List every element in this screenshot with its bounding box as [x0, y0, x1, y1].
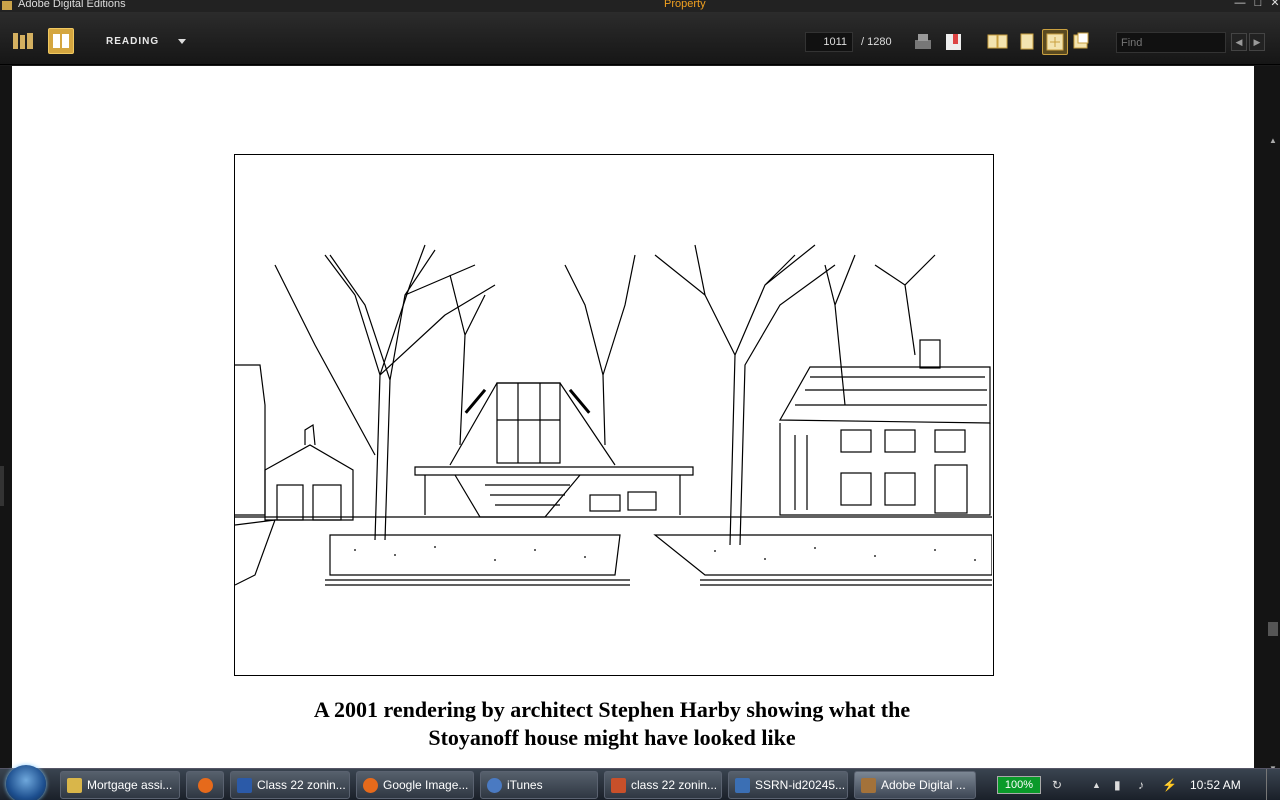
start-button[interactable] — [6, 765, 46, 800]
find-next-button[interactable]: ▶ — [1249, 33, 1265, 51]
reading-pane: A 2001 rendering by architect Stephen Ha… — [0, 66, 1280, 800]
firefox-icon — [363, 778, 378, 793]
caption-line-1: A 2001 rendering by architect Stephen Ha… — [313, 697, 911, 722]
firefox-icon — [198, 778, 213, 793]
fit-page-view-button[interactable] — [1069, 30, 1095, 56]
bookmark-button[interactable] — [941, 30, 967, 56]
taskbar-item-label: iTunes — [507, 778, 543, 792]
fit-width-icon — [1046, 33, 1064, 51]
reading-view-button[interactable] — [48, 28, 74, 54]
document-title: Property — [664, 0, 706, 10]
app-window: Adobe Digital Editions Property — □ ✕ RE… — [0, 0, 1280, 800]
maximize-button[interactable]: □ — [1250, 0, 1266, 11]
app-title: Adobe Digital Editions — [18, 0, 126, 10]
house-rendering-illustration — [234, 154, 994, 676]
minimize-button[interactable]: — — [1232, 0, 1248, 11]
sidebar-handle[interactable] — [0, 466, 4, 506]
taskbar-item-label: Adobe Digital ... — [881, 778, 966, 792]
taskbar-item-label: class 22 zonin... — [631, 778, 718, 792]
taskbar-item-adobe-digital-editions[interactable]: Adobe Digital ... — [854, 771, 976, 799]
scrollbar-thumb[interactable] — [1268, 622, 1278, 636]
volume-icon[interactable]: ♪ — [1138, 778, 1144, 792]
book-icon — [53, 34, 69, 48]
taskbar: Mortgage assi... Class 22 zonin... Googl… — [0, 765, 1280, 800]
view-mode-dropdown-icon[interactable] — [178, 39, 186, 44]
single-page-view-button[interactable] — [1015, 30, 1041, 56]
itunes-icon — [487, 778, 502, 793]
scroll-up-icon[interactable]: ▲ — [1269, 136, 1277, 145]
two-page-icon — [987, 34, 1008, 49]
close-button[interactable]: ✕ — [1267, 0, 1280, 11]
library-view-button[interactable] — [10, 28, 36, 54]
bookmark-icon — [946, 34, 961, 50]
page-number-input[interactable] — [805, 32, 853, 52]
taskbar-item-label: Mortgage assi... — [87, 778, 173, 792]
two-page-view-button[interactable] — [985, 30, 1011, 56]
ade-icon — [861, 778, 876, 793]
taskbar-item-label: Class 22 zonin... — [257, 778, 346, 792]
sync-icon[interactable]: ↻ — [1052, 778, 1062, 792]
word-icon — [237, 778, 252, 793]
fit-page-icon — [1073, 32, 1089, 49]
toolbar: READING / 1280 ◀ ▶ — [0, 12, 1280, 65]
caption-line-2: Stoyanoff house might have looked like — [428, 725, 796, 750]
app-icon — [2, 1, 12, 10]
taskbar-item-powerpoint[interactable]: class 22 zonin... — [604, 771, 722, 799]
previous-text-fragment — [302, 66, 962, 70]
find-input[interactable] — [1116, 32, 1226, 53]
rendering-drawing — [234, 244, 993, 586]
title-bar: Adobe Digital Editions Property — □ ✕ — [0, 0, 1280, 12]
taskbar-item-pdf[interactable]: SSRN-id20245... — [728, 771, 848, 799]
fit-width-view-button[interactable] — [1042, 29, 1068, 55]
taskbar-item-word[interactable]: Class 22 zonin... — [230, 771, 350, 799]
page-total: / 1280 — [861, 36, 892, 48]
taskbar-item-itunes[interactable]: iTunes — [480, 771, 598, 799]
power-icon[interactable]: ⚡ — [1162, 778, 1177, 792]
folder-icon — [67, 778, 82, 793]
network-icon[interactable]: ▮ — [1114, 778, 1121, 792]
print-icon — [915, 34, 931, 49]
taskbar-item-mortgage[interactable]: Mortgage assi... — [60, 771, 180, 799]
clock[interactable]: 10:52 AM — [1190, 778, 1241, 792]
vertical-scrollbar[interactable]: ▲ ▼ ▲ ▼ — [1266, 132, 1280, 800]
taskbar-item-label: SSRN-id20245... — [755, 778, 846, 792]
taskbar-item-firefox[interactable] — [186, 771, 224, 799]
find-previous-button[interactable]: ◀ — [1231, 33, 1247, 51]
taskbar-item-label: Google Image... — [383, 778, 469, 792]
library-icon — [13, 33, 33, 49]
document-page: A 2001 rendering by architect Stephen Ha… — [12, 66, 1254, 768]
single-page-icon — [1020, 33, 1034, 50]
battery-indicator[interactable]: 100% — [997, 776, 1041, 794]
figure-caption: A 2001 rendering by architect Stephen Ha… — [12, 696, 1212, 752]
show-hidden-icons-icon[interactable]: ▲ — [1092, 780, 1101, 790]
powerpoint-icon — [611, 778, 626, 793]
print-button[interactable] — [910, 30, 936, 56]
view-mode-label[interactable]: READING — [106, 36, 159, 47]
taskbar-item-google-images[interactable]: Google Image... — [356, 771, 474, 799]
show-desktop-button[interactable] — [1266, 769, 1280, 800]
pdf-icon — [735, 778, 750, 793]
